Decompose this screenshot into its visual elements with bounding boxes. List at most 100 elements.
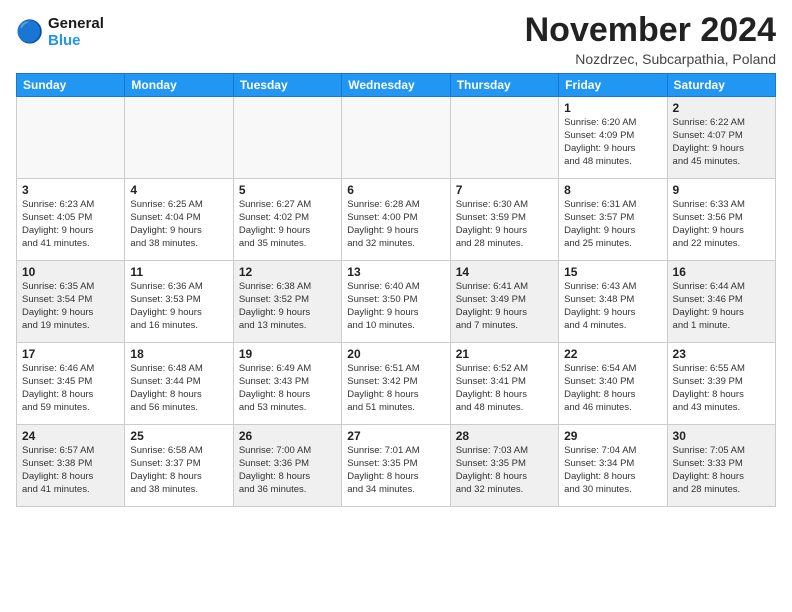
day-info: Sunrise: 6:38 AM Sunset: 3:52 PM Dayligh… <box>239 281 336 332</box>
day-number: 19 <box>239 347 336 361</box>
day-info: Sunrise: 7:01 AM Sunset: 3:35 PM Dayligh… <box>347 445 444 496</box>
logo: 🔵 General Blue <box>16 16 104 49</box>
svg-text:🔵: 🔵 <box>16 19 43 44</box>
day-number: 28 <box>456 429 553 443</box>
weekday-header-row: SundayMondayTuesdayWednesdayThursdayFrid… <box>17 74 776 97</box>
weekday-header-monday: Monday <box>125 74 233 97</box>
day-number: 13 <box>347 265 444 279</box>
day-number: 16 <box>673 265 770 279</box>
day-number: 21 <box>456 347 553 361</box>
day-info: Sunrise: 6:52 AM Sunset: 3:41 PM Dayligh… <box>456 363 553 414</box>
calendar-cell: 4 Sunrise: 6:25 AM Sunset: 4:04 PM Daylig… <box>125 179 233 261</box>
day-number: 15 <box>564 265 661 279</box>
day-number: 29 <box>564 429 661 443</box>
day-number: 25 <box>130 429 227 443</box>
day-info: Sunrise: 7:03 AM Sunset: 3:35 PM Dayligh… <box>456 445 553 496</box>
day-number: 1 <box>564 101 661 115</box>
calendar-cell: 20 Sunrise: 6:51 AM Sunset: 3:42 PM Dayli… <box>342 343 450 425</box>
week-row-0: 1Sunrise: 6:20 AM Sunset: 4:09 PM Daylig… <box>17 97 776 179</box>
week-row-1: 3 Sunrise: 6:23 AM Sunset: 4:05 PM Daylig… <box>17 179 776 261</box>
calendar-cell: 14 Sunrise: 6:41 AM Sunset: 3:49 PM Dayli… <box>450 261 558 343</box>
day-info: Sunrise: 6:31 AM Sunset: 3:57 PM Dayligh… <box>564 199 661 250</box>
calendar-cell: 29 Sunrise: 7:04 AM Sunset: 3:34 PM Dayli… <box>559 425 667 507</box>
calendar-cell <box>17 97 125 179</box>
calendar-page: 🔵 General Blue November 2024 Nozdrzec, S… <box>0 0 792 515</box>
calendar-cell: 21 Sunrise: 6:52 AM Sunset: 3:41 PM Dayli… <box>450 343 558 425</box>
day-number: 5 <box>239 183 336 197</box>
header: 🔵 General Blue November 2024 Nozdrzec, S… <box>16 12 776 67</box>
day-number: 30 <box>673 429 770 443</box>
calendar-cell: 12Sunrise: 6:38 AM Sunset: 3:52 PM Dayli… <box>233 261 341 343</box>
day-info: Sunrise: 6:54 AM Sunset: 3:40 PM Dayligh… <box>564 363 661 414</box>
weekday-header-saturday: Saturday <box>667 74 775 97</box>
location: Nozdrzec, Subcarpathia, Poland <box>525 51 776 67</box>
day-number: 2 <box>673 101 770 115</box>
calendar-cell: 3 Sunrise: 6:23 AM Sunset: 4:05 PM Daylig… <box>17 179 125 261</box>
day-info: Sunrise: 6:25 AM Sunset: 4:04 PM Dayligh… <box>130 199 227 250</box>
day-number: 24 <box>22 429 119 443</box>
calendar-cell: 7Sunrise: 6:30 AM Sunset: 3:59 PM Daylig… <box>450 179 558 261</box>
title-block: November 2024 Nozdrzec, Subcarpathia, Po… <box>525 12 776 67</box>
day-info: Sunrise: 6:49 AM Sunset: 3:43 PM Dayligh… <box>239 363 336 414</box>
day-info: Sunrise: 7:04 AM Sunset: 3:34 PM Dayligh… <box>564 445 661 496</box>
day-info: Sunrise: 7:00 AM Sunset: 3:36 PM Dayligh… <box>239 445 336 496</box>
day-number: 7 <box>456 183 553 197</box>
week-row-2: 10Sunrise: 6:35 AM Sunset: 3:54 PM Dayli… <box>17 261 776 343</box>
day-info: Sunrise: 6:22 AM Sunset: 4:07 PM Dayligh… <box>673 117 770 168</box>
day-number: 10 <box>22 265 119 279</box>
calendar-cell: 24 Sunrise: 6:57 AM Sunset: 3:38 PM Dayli… <box>17 425 125 507</box>
calendar-cell: 27 Sunrise: 7:01 AM Sunset: 3:35 PM Dayli… <box>342 425 450 507</box>
day-number: 23 <box>673 347 770 361</box>
day-number: 6 <box>347 183 444 197</box>
day-number: 4 <box>130 183 227 197</box>
calendar-cell: 13 Sunrise: 6:40 AM Sunset: 3:50 PM Dayli… <box>342 261 450 343</box>
logo-blue: Blue <box>48 33 104 50</box>
calendar-cell: 25Sunrise: 6:58 AM Sunset: 3:37 PM Dayli… <box>125 425 233 507</box>
day-info: Sunrise: 6:48 AM Sunset: 3:44 PM Dayligh… <box>130 363 227 414</box>
week-row-4: 24 Sunrise: 6:57 AM Sunset: 3:38 PM Dayli… <box>17 425 776 507</box>
day-info: Sunrise: 6:55 AM Sunset: 3:39 PM Dayligh… <box>673 363 770 414</box>
calendar-table: SundayMondayTuesdayWednesdayThursdayFrid… <box>16 73 776 507</box>
calendar-cell <box>342 97 450 179</box>
calendar-cell: 23 Sunrise: 6:55 AM Sunset: 3:39 PM Dayli… <box>667 343 775 425</box>
day-number: 17 <box>22 347 119 361</box>
day-number: 3 <box>22 183 119 197</box>
day-number: 8 <box>564 183 661 197</box>
calendar-cell: 15Sunrise: 6:43 AM Sunset: 3:48 PM Dayli… <box>559 261 667 343</box>
day-info: Sunrise: 7:05 AM Sunset: 3:33 PM Dayligh… <box>673 445 770 496</box>
calendar-cell: 18Sunrise: 6:48 AM Sunset: 3:44 PM Dayli… <box>125 343 233 425</box>
day-info: Sunrise: 6:44 AM Sunset: 3:46 PM Dayligh… <box>673 281 770 332</box>
day-info: Sunrise: 6:36 AM Sunset: 3:53 PM Dayligh… <box>130 281 227 332</box>
weekday-header-wednesday: Wednesday <box>342 74 450 97</box>
weekday-header-friday: Friday <box>559 74 667 97</box>
calendar-cell: 2 Sunrise: 6:22 AM Sunset: 4:07 PM Daylig… <box>667 97 775 179</box>
day-number: 20 <box>347 347 444 361</box>
day-info: Sunrise: 6:51 AM Sunset: 3:42 PM Dayligh… <box>347 363 444 414</box>
calendar-cell: 19 Sunrise: 6:49 AM Sunset: 3:43 PM Dayli… <box>233 343 341 425</box>
logo-general: General <box>48 15 104 32</box>
calendar-cell: 5 Sunrise: 6:27 AM Sunset: 4:02 PM Daylig… <box>233 179 341 261</box>
calendar-cell: 17Sunrise: 6:46 AM Sunset: 3:45 PM Dayli… <box>17 343 125 425</box>
day-info: Sunrise: 6:27 AM Sunset: 4:02 PM Dayligh… <box>239 199 336 250</box>
calendar-cell: 26 Sunrise: 7:00 AM Sunset: 3:36 PM Dayli… <box>233 425 341 507</box>
calendar-cell: 9 Sunrise: 6:33 AM Sunset: 3:56 PM Daylig… <box>667 179 775 261</box>
day-number: 9 <box>673 183 770 197</box>
calendar-cell: 30 Sunrise: 7:05 AM Sunset: 3:33 PM Dayli… <box>667 425 775 507</box>
day-info: Sunrise: 6:23 AM Sunset: 4:05 PM Dayligh… <box>22 199 119 250</box>
day-number: 26 <box>239 429 336 443</box>
weekday-header-tuesday: Tuesday <box>233 74 341 97</box>
calendar-cell: 28 Sunrise: 7:03 AM Sunset: 3:35 PM Dayli… <box>450 425 558 507</box>
week-row-3: 17Sunrise: 6:46 AM Sunset: 3:45 PM Dayli… <box>17 343 776 425</box>
day-number: 14 <box>456 265 553 279</box>
day-info: Sunrise: 6:40 AM Sunset: 3:50 PM Dayligh… <box>347 281 444 332</box>
day-info: Sunrise: 6:41 AM Sunset: 3:49 PM Dayligh… <box>456 281 553 332</box>
calendar-cell <box>125 97 233 179</box>
weekday-header-sunday: Sunday <box>17 74 125 97</box>
calendar-cell: 16 Sunrise: 6:44 AM Sunset: 3:46 PM Dayli… <box>667 261 775 343</box>
day-number: 11 <box>130 265 227 279</box>
day-info: Sunrise: 6:57 AM Sunset: 3:38 PM Dayligh… <box>22 445 119 496</box>
calendar-cell: 22 Sunrise: 6:54 AM Sunset: 3:40 PM Dayli… <box>559 343 667 425</box>
day-number: 22 <box>564 347 661 361</box>
day-info: Sunrise: 6:33 AM Sunset: 3:56 PM Dayligh… <box>673 199 770 250</box>
day-number: 27 <box>347 429 444 443</box>
